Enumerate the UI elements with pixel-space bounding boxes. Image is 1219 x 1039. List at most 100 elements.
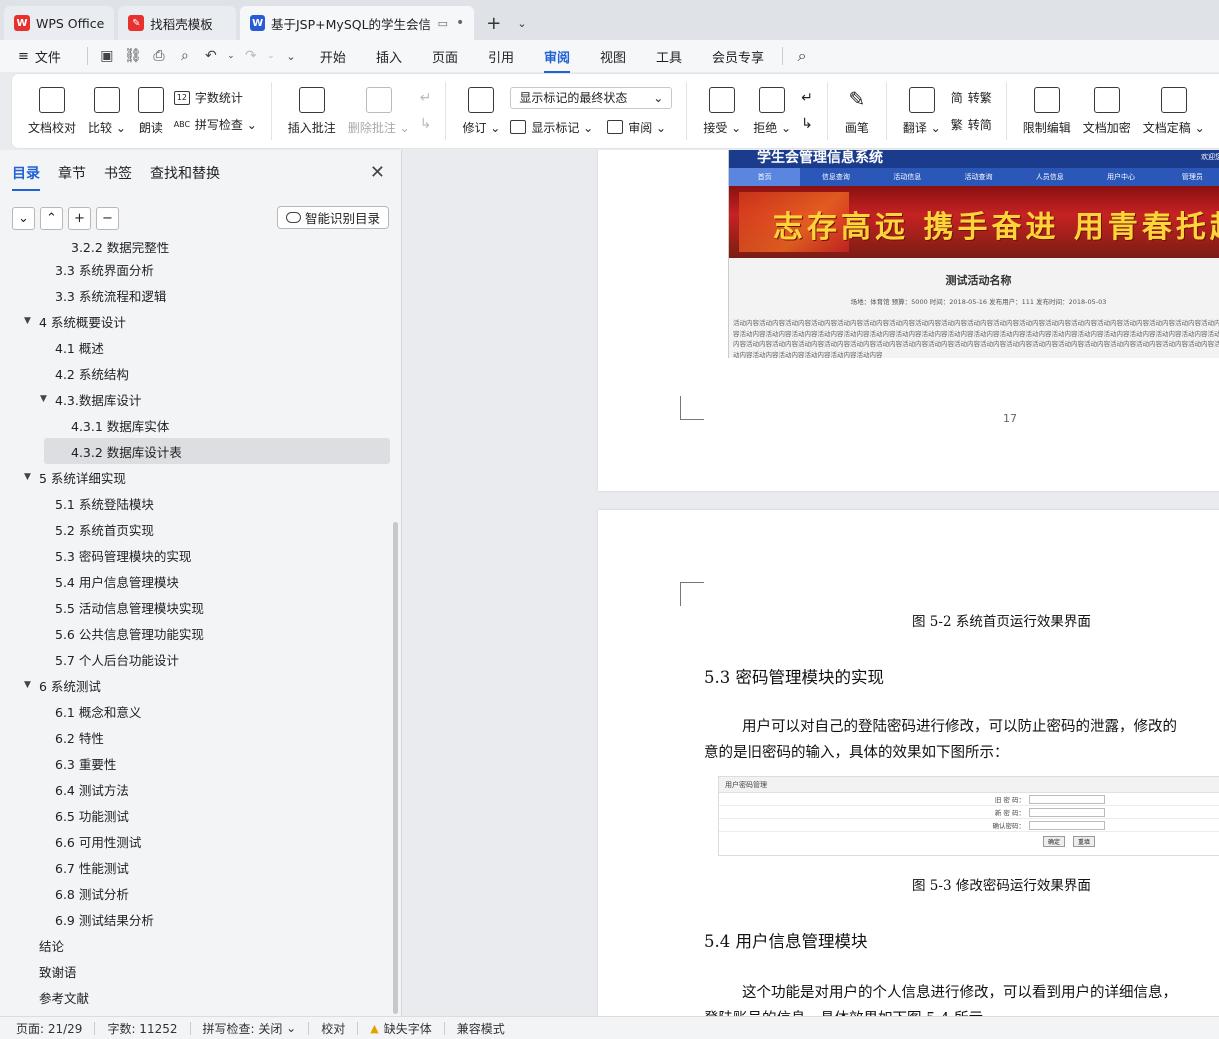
encrypt-button[interactable]: 文档加密: [1077, 74, 1137, 148]
previous-change-icon[interactable]: ↵: [801, 90, 813, 106]
doc-check-button[interactable]: 文档校对: [22, 74, 82, 148]
tab-toc[interactable]: 目录: [12, 159, 40, 191]
expand-arrow-icon[interactable]: ▼: [24, 680, 31, 690]
review-pane-button[interactable]: 审阅 ⌄: [607, 119, 666, 136]
toc-item[interactable]: 5.5 活动信息管理模块实现: [0, 594, 394, 620]
toc-item[interactable]: 4.2 系统结构: [0, 360, 394, 386]
accept-button[interactable]: 接受 ⌄: [697, 74, 747, 148]
spell-check-indicator[interactable]: 拼写检查: 关闭 ⌄: [203, 1020, 297, 1037]
unsaved-dot-icon[interactable]: •: [456, 15, 464, 31]
finalize-button[interactable]: 文档定稿 ⌄: [1137, 74, 1211, 148]
toc-item[interactable]: 6.1 概念和意义: [0, 698, 394, 724]
toc-item[interactable]: 3.3 系统界面分析: [0, 256, 394, 282]
toc-item[interactable]: 6.4 测试方法: [0, 776, 394, 802]
word-count-button[interactable]: 12 字数统计: [173, 89, 257, 106]
proof-indicator[interactable]: 校对: [321, 1020, 345, 1037]
restrict-edit-button[interactable]: 限制编辑: [1017, 74, 1077, 148]
toc-item[interactable]: 5.1 系统登陆模块: [0, 490, 394, 516]
toc-item[interactable]: 6.9 测试结果分析: [0, 906, 394, 932]
tab-review[interactable]: 审阅: [543, 43, 571, 73]
minus-icon[interactable]: −: [96, 206, 119, 230]
tab-bookmarks[interactable]: 书签: [104, 159, 132, 187]
tab-current-document[interactable]: W 基于JSP+MySQL的学生会信息 ▭ •: [240, 6, 475, 40]
save-icon[interactable]: ▣: [96, 45, 118, 67]
undo-icon[interactable]: ↶: [200, 45, 222, 67]
chevron-up-icon[interactable]: ⌃: [40, 206, 63, 230]
next-change-icon[interactable]: ↳: [801, 116, 813, 132]
to-simplified-button[interactable]: 繁 转简: [951, 116, 992, 133]
translate-button[interactable]: 翻译 ⌄: [897, 74, 947, 148]
read-aloud-button[interactable]: 朗读: [132, 74, 170, 148]
new-tab-button[interactable]: +: [478, 6, 509, 40]
toc-item[interactable]: 3.2.2 数据完整性: [0, 242, 394, 256]
search-icon[interactable]: ⌕: [791, 45, 813, 67]
insert-comment-button[interactable]: 插入批注: [282, 74, 342, 148]
toc-item[interactable]: 6.2 特性: [0, 724, 394, 750]
toc-item[interactable]: 5.2 系统首页实现: [0, 516, 394, 542]
toc-item[interactable]: 6.8 测试分析: [0, 880, 394, 906]
toc-item[interactable]: 6.5 功能测试: [0, 802, 394, 828]
undo-dropdown-icon[interactable]: ⌄: [226, 45, 236, 67]
print-preview-icon[interactable]: ⌕: [174, 45, 196, 67]
expand-arrow-icon[interactable]: ▼: [40, 394, 47, 404]
redo-dropdown-icon[interactable]: ⌄: [266, 45, 276, 67]
expand-arrow-icon[interactable]: ▼: [24, 472, 31, 482]
show-markup-button[interactable]: 显示标记 ⌄: [510, 119, 593, 136]
plus-icon[interactable]: +: [68, 206, 91, 230]
tab-member[interactable]: 会员专享: [712, 43, 764, 70]
expand-arrow-icon[interactable]: ▼: [24, 316, 31, 326]
spell-check-button[interactable]: ABC 拼写检查 ⌄: [174, 116, 257, 133]
to-traditional-button[interactable]: 简 转繁: [951, 89, 992, 106]
tab-chapters[interactable]: 章节: [58, 159, 86, 187]
page-indicator[interactable]: 页面: 21/29: [16, 1020, 82, 1037]
toc-item[interactable]: 5.4 用户信息管理模块: [0, 568, 394, 594]
document-canvas[interactable]: 学生会管理信息系统 欢迎您 首页信息查询活动信息活动查询人员信息用户中心管理员 …: [403, 150, 1219, 1016]
reject-button[interactable]: 拒绝 ⌄: [747, 74, 797, 148]
tab-home[interactable]: 开始: [320, 43, 346, 70]
tab-docer-templates[interactable]: ✎ 找稻壳模板: [118, 6, 237, 40]
tab-page[interactable]: 页面: [432, 43, 458, 70]
close-icon[interactable]: ✕: [370, 162, 385, 183]
tab-references[interactable]: 引用: [488, 43, 514, 70]
toc-scrollbar[interactable]: [393, 522, 398, 1014]
toc-item[interactable]: 致谢语: [0, 958, 394, 984]
toc-item[interactable]: 6.6 可用性测试: [0, 828, 394, 854]
toc-item[interactable]: 结论: [0, 932, 394, 958]
tab-find-replace[interactable]: 查找和替换: [150, 159, 220, 187]
toc-item[interactable]: 4.1 概述: [0, 334, 394, 360]
delete-comment-button[interactable]: 删除批注 ⌄: [342, 74, 416, 148]
next-comment-icon[interactable]: ↳: [420, 116, 432, 132]
track-changes-button[interactable]: 修订 ⌄: [456, 74, 506, 148]
toc-item[interactable]: 5.7 个人后台功能设计: [0, 646, 394, 672]
compare-button[interactable]: 比较 ⌄: [82, 74, 132, 148]
toc-item[interactable]: ▼ 4.3.数据库设计: [0, 386, 394, 412]
tab-wps-office[interactable]: W WPS Office: [4, 6, 115, 40]
quick-access-more-icon[interactable]: ⌄: [280, 45, 302, 67]
chevron-down-icon[interactable]: ⌄: [12, 206, 35, 230]
toc-item[interactable]: 参考文献: [0, 984, 394, 1010]
tab-view[interactable]: 视图: [600, 43, 626, 70]
redo-icon[interactable]: ↷: [240, 45, 262, 67]
word-count-indicator[interactable]: 字数: 11252: [107, 1020, 177, 1037]
toc-item[interactable]: 6.7 性能测试: [0, 854, 394, 880]
print-icon[interactable]: ⎙: [148, 45, 170, 67]
share-icon[interactable]: ⛓: [122, 45, 144, 67]
previous-comment-icon[interactable]: ↵: [420, 90, 432, 106]
toc-item[interactable]: 4.3.1 数据库实体: [0, 412, 394, 438]
tab-list-chevron-icon[interactable]: ⌄: [509, 6, 534, 40]
markup-state-dropdown[interactable]: 显示标记的最终状态 ⌄: [510, 86, 673, 109]
toc-item[interactable]: 6.3 重要性: [0, 750, 394, 776]
toc-item[interactable]: ▼ 5 系统详细实现: [0, 464, 394, 490]
pen-button[interactable]: ✎ 画笔: [838, 74, 876, 148]
file-menu[interactable]: ≡ 文件: [18, 47, 61, 66]
missing-font-indicator[interactable]: ▲ 缺失字体: [370, 1020, 431, 1037]
toc-item[interactable]: 5.3 密码管理模块的实现: [0, 542, 394, 568]
toc-item[interactable]: ▼ 6 系统测试: [0, 672, 394, 698]
tab-tools[interactable]: 工具: [656, 43, 682, 70]
toc-item[interactable]: 4.3.2 数据库设计表: [44, 438, 390, 464]
toc-item[interactable]: 3.3 系统流程和逻辑: [0, 282, 394, 308]
toc-item[interactable]: 5.6 公共信息管理功能实现: [0, 620, 394, 646]
smart-toc-button[interactable]: 智能识别目录: [276, 206, 389, 229]
toc-item[interactable]: ▼ 4 系统概要设计: [0, 308, 394, 334]
tab-insert[interactable]: 插入: [376, 43, 402, 70]
